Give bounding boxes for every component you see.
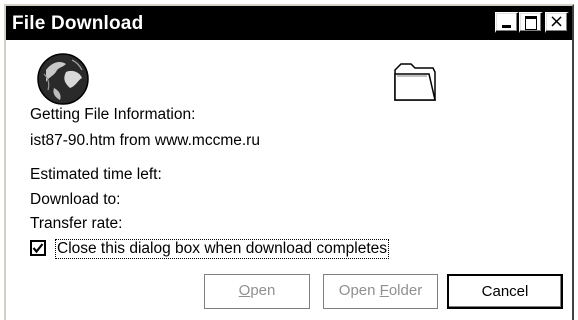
dialog-title: File Download [12,13,144,34]
minimize-icon [502,25,511,28]
cancel-button[interactable]: Cancel [447,274,563,309]
close-when-done-label[interactable]: Close this dialog box when download comp… [55,239,390,259]
file-download-dialog: File Download × Getting File Information… [4,4,574,320]
close-when-done-checkbox[interactable] [30,240,46,256]
open-button-accesskey: O [238,282,251,299]
checkmark-icon [32,243,44,254]
open-button-rest: pen [250,282,276,299]
maximize-button[interactable] [519,12,543,33]
open-folder-button-prefix: Open [338,282,380,299]
file-source-line: ist87-90.htm from www.mccme.ru [30,132,260,149]
open-folder-button[interactable]: Open Folder [323,274,438,309]
status-heading: Getting File Information: [30,106,196,123]
open-folder-button-accesskey: F [379,282,389,299]
close-button[interactable]: × [545,12,569,33]
download-to-label: Download to: [30,191,121,208]
folder-icon [394,63,436,101]
minimize-button[interactable] [495,12,519,33]
title-bar[interactable]: File Download × [6,6,572,40]
open-folder-button-rest: older [388,282,423,299]
transfer-rate-label: Transfer rate: [30,215,123,232]
maximize-icon [525,16,537,30]
globe-icon [37,53,89,105]
open-button[interactable]: Open [204,274,310,309]
close-icon: × [548,11,565,32]
time-left-label: Estimated time left: [30,166,162,183]
